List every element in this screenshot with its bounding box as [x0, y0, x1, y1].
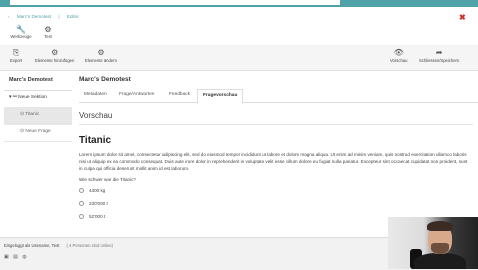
- add-elements-label: Elemente hinzufügen: [35, 58, 75, 63]
- back-icon[interactable]: ‹: [8, 14, 10, 19]
- export-icon: ⎘: [12, 48, 20, 57]
- section-title: Vorschau: [79, 111, 113, 120]
- top-accent-bar: [0, 0, 478, 7]
- header-bar: ‹ Marc's Demotest | Editor ✖ 🔧 Werkzeuge…: [0, 7, 478, 46]
- document-icon[interactable]: ▤: [13, 254, 18, 260]
- gears-icon: ⚙: [44, 25, 52, 34]
- sidebar-item-label: Titanic: [25, 112, 40, 117]
- radio-button[interactable]: [79, 201, 84, 207]
- wrench-icon: 🔧: [16, 25, 26, 34]
- werkzeuge-label: Werkzeuge: [10, 34, 32, 39]
- breadcrumb-separator: |: [58, 14, 60, 19]
- section-toggle-icon[interactable]: ▾ ⚯: [9, 95, 17, 100]
- sidebar-item-titanic[interactable]: ⊙ Titanic: [4, 108, 72, 125]
- change-elements-label: Elemente ändern: [85, 58, 117, 63]
- tab-fragevorschau[interactable]: Fragevorschau: [197, 89, 244, 104]
- question-title: Titanic: [79, 135, 112, 146]
- sidebar-item-label: Neue Sektion: [18, 95, 47, 100]
- webcam-overlay: [388, 217, 478, 269]
- radio-button[interactable]: [79, 188, 84, 194]
- question-prompt: Wie schwer war die Titanic?: [79, 177, 136, 182]
- question-icon: ⊙: [20, 112, 25, 117]
- sidebar-item-label: Neue Frage: [25, 129, 51, 134]
- globe-icon[interactable]: ◍: [22, 254, 26, 260]
- preview-button[interactable]: 👁 Vorschau: [390, 48, 407, 63]
- sidebar-title[interactable]: Marc's Demotest: [4, 74, 72, 91]
- preview-label: Vorschau: [390, 58, 408, 63]
- export-button[interactable]: ⎘ Export: [10, 48, 22, 63]
- answer-option[interactable]: 52'000 t: [79, 214, 106, 220]
- gear-icon: ⚙: [97, 48, 105, 57]
- answer-label: 230'000 t: [89, 201, 108, 206]
- footer-icons: ▣ ▤ ◍: [4, 254, 30, 260]
- browser-tab-strip: [10, 0, 340, 5]
- tab-frage-antworten[interactable]: Frage/Antworten: [119, 92, 154, 97]
- breadcrumb-course[interactable]: Marc's Demotest: [17, 14, 51, 19]
- image-icon[interactable]: ▣: [4, 254, 9, 260]
- person-shoulders: [414, 253, 466, 269]
- close-icon[interactable]: ✖: [459, 13, 466, 22]
- werkzeuge-button[interactable]: 🔧 Werkzeuge: [8, 25, 34, 39]
- login-status: Eingeloggt als Usename, Test ( 4 Persone…: [4, 243, 113, 248]
- add-elements-button[interactable]: ⚙ Elemente hinzufügen: [35, 48, 74, 63]
- radio-button[interactable]: [79, 214, 84, 220]
- answer-option[interactable]: 230'000 t: [79, 201, 108, 207]
- logged-in-user: Eingeloggt als Usename, Test: [4, 243, 60, 248]
- tab-feedback[interactable]: Feedback: [169, 92, 190, 97]
- answer-label: 4300 kg: [89, 188, 106, 193]
- answer-option[interactable]: 4300 kg: [79, 188, 106, 194]
- share-icon: ➦: [435, 48, 443, 57]
- question-icon: ⊙: [20, 129, 25, 134]
- person-hair: [427, 221, 453, 231]
- answer-label: 52'000 t: [89, 214, 106, 219]
- page-title: Marc's Demotest: [79, 76, 131, 83]
- sidebar: Marc's Demotest ▾ ⚯ Neue Sektion ⊙ Titan…: [4, 74, 72, 234]
- action-toolbar: ⎘ Export ⚙ Elemente hinzufügen ⚙ Element…: [0, 45, 478, 71]
- sidebar-item-section[interactable]: ▾ ⚯ Neue Sektion: [4, 91, 72, 108]
- tab-bar: Metadaten Frage/Antworten Feedback Frage…: [79, 89, 478, 104]
- tab-metadaten[interactable]: Metadaten: [84, 92, 107, 97]
- sidebar-item-new-question[interactable]: ⊙ Neue Frage: [4, 125, 72, 142]
- change-elements-button[interactable]: ⚙ Elemente ändern: [85, 48, 117, 63]
- question-text: Lorem ipsum dolor sit amet, consectetur …: [79, 152, 468, 171]
- eye-icon: 👁: [393, 48, 404, 57]
- close-save-button[interactable]: ➦ Schliessen/Speichern: [419, 48, 459, 63]
- close-save-label: Schliessen/Speichern: [419, 58, 460, 63]
- test-label: Test: [44, 34, 52, 39]
- main-panel: Marc's Demotest Metadaten Frage/Antworte…: [79, 74, 478, 234]
- test-button[interactable]: ⚙ Test: [35, 25, 61, 39]
- online-count: ( 4 Personen sind online): [66, 243, 114, 248]
- person-beard: [431, 243, 449, 254]
- breadcrumb: ‹ Marc's Demotest | Editor: [8, 14, 85, 19]
- export-label: Export: [10, 58, 23, 63]
- gear-icon: ⚙: [51, 48, 59, 57]
- divider: [79, 124, 473, 125]
- breadcrumb-page[interactable]: Editor: [67, 14, 79, 19]
